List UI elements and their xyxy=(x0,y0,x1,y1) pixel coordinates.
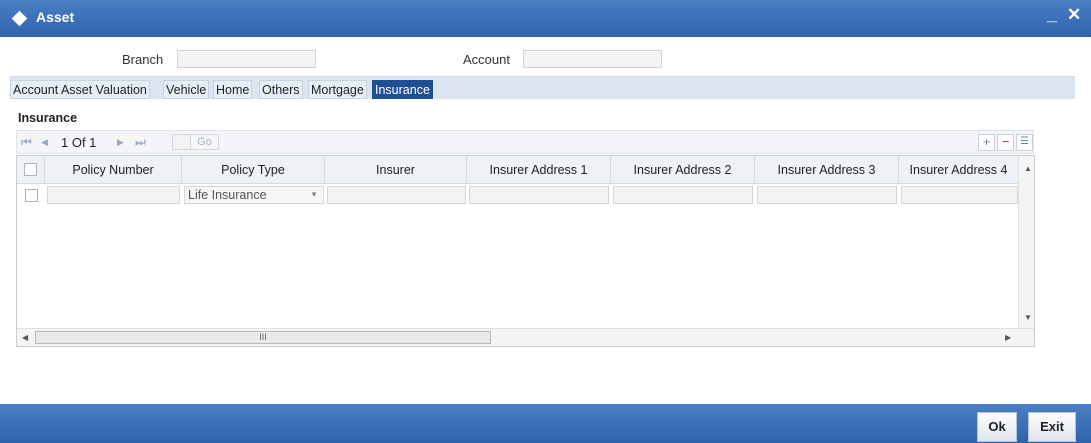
account-field[interactable] xyxy=(523,50,662,68)
tab-account-asset-valuation[interactable]: Account Asset Valuation xyxy=(10,80,150,99)
insurance-grid: Policy Number Policy Type Insurer Insure… xyxy=(16,155,1035,347)
tab-home[interactable]: Home xyxy=(213,80,253,99)
tab-strip: Account Asset Valuation Vehicle Home Oth… xyxy=(10,76,1075,99)
window-title: Asset xyxy=(36,9,75,25)
page-info: 1 Of 1 xyxy=(61,135,97,150)
scroll-down-icon[interactable]: ▼ xyxy=(1024,313,1032,322)
tab-others[interactable]: Others xyxy=(259,80,303,99)
scroll-left-icon[interactable]: ◀ xyxy=(22,333,28,342)
next-page-icon[interactable]: ▶ xyxy=(117,137,124,148)
policy-number-field[interactable] xyxy=(47,186,180,204)
horizontal-scrollbar[interactable]: ◀ III ▶ xyxy=(17,328,1034,346)
prev-page-icon[interactable]: ◀ xyxy=(41,137,48,148)
add-row-icon[interactable]: + xyxy=(978,134,995,151)
minimize-button[interactable]: _ xyxy=(1047,4,1057,25)
last-page-icon[interactable]: ⏭ xyxy=(135,135,146,150)
select-all-checkbox[interactable] xyxy=(24,163,37,176)
insurer-field[interactable] xyxy=(327,186,466,204)
header-insurer-address-3[interactable]: Insurer Address 3 xyxy=(755,156,899,184)
header-insurer[interactable]: Insurer xyxy=(325,156,467,184)
scroll-right-icon[interactable]: ▶ xyxy=(1005,333,1011,342)
header-insurer-address-4[interactable]: Insurer Address 4 xyxy=(899,156,1018,184)
exit-button[interactable]: Exit xyxy=(1028,412,1076,442)
insurer-address-4-field[interactable] xyxy=(901,186,1018,204)
ok-button[interactable]: Ok xyxy=(977,412,1017,442)
tab-insurance[interactable]: Insurance xyxy=(372,80,433,99)
policy-type-value: Life Insurance xyxy=(188,188,267,202)
scroll-up-icon[interactable]: ▲ xyxy=(1024,164,1032,173)
diamond-icon xyxy=(11,10,28,27)
branch-field[interactable] xyxy=(177,50,316,68)
close-button[interactable]: ✕ xyxy=(1067,5,1081,25)
view-list-icon[interactable]: ☰ xyxy=(1016,134,1033,151)
header-insurer-address-1[interactable]: Insurer Address 1 xyxy=(467,156,611,184)
insurer-address-1-field[interactable] xyxy=(469,186,609,204)
branch-label: Branch xyxy=(122,52,164,67)
insurer-address-2-field[interactable] xyxy=(613,186,753,204)
header-select-all-cell xyxy=(17,156,45,184)
section-title: Insurance xyxy=(18,111,78,125)
vertical-scrollbar[interactable]: ▲ ▼ xyxy=(1018,156,1034,328)
chevron-down-icon: ▼ xyxy=(310,190,318,199)
horizontal-scroll-thumb[interactable]: III xyxy=(35,331,491,344)
tab-vehicle[interactable]: Vehicle xyxy=(163,80,210,99)
account-label: Account xyxy=(463,52,510,67)
go-button[interactable]: Go xyxy=(190,134,219,150)
header-policy-number[interactable]: Policy Number xyxy=(45,156,182,184)
tab-mortgage[interactable]: Mortgage xyxy=(308,80,367,99)
grid-navigation-bar: ⏮ ◀ 1 Of 1 ▶ ⏭ Go + − ☰ xyxy=(16,130,1034,154)
grid-header: Policy Number Policy Type Insurer Insure… xyxy=(17,156,1018,184)
insurer-address-3-field[interactable] xyxy=(757,186,897,204)
header-insurer-address-2[interactable]: Insurer Address 2 xyxy=(611,156,755,184)
row-checkbox[interactable] xyxy=(25,189,38,202)
window-titlebar: Asset _ ✕ xyxy=(0,0,1091,37)
policy-type-select[interactable]: Life Insurance ▼ xyxy=(184,186,324,204)
footer-bar: Ok Exit xyxy=(0,404,1091,443)
header-policy-type[interactable]: Policy Type xyxy=(182,156,325,184)
delete-row-icon[interactable]: − xyxy=(997,134,1014,151)
first-page-icon[interactable]: ⏮ xyxy=(21,135,32,150)
